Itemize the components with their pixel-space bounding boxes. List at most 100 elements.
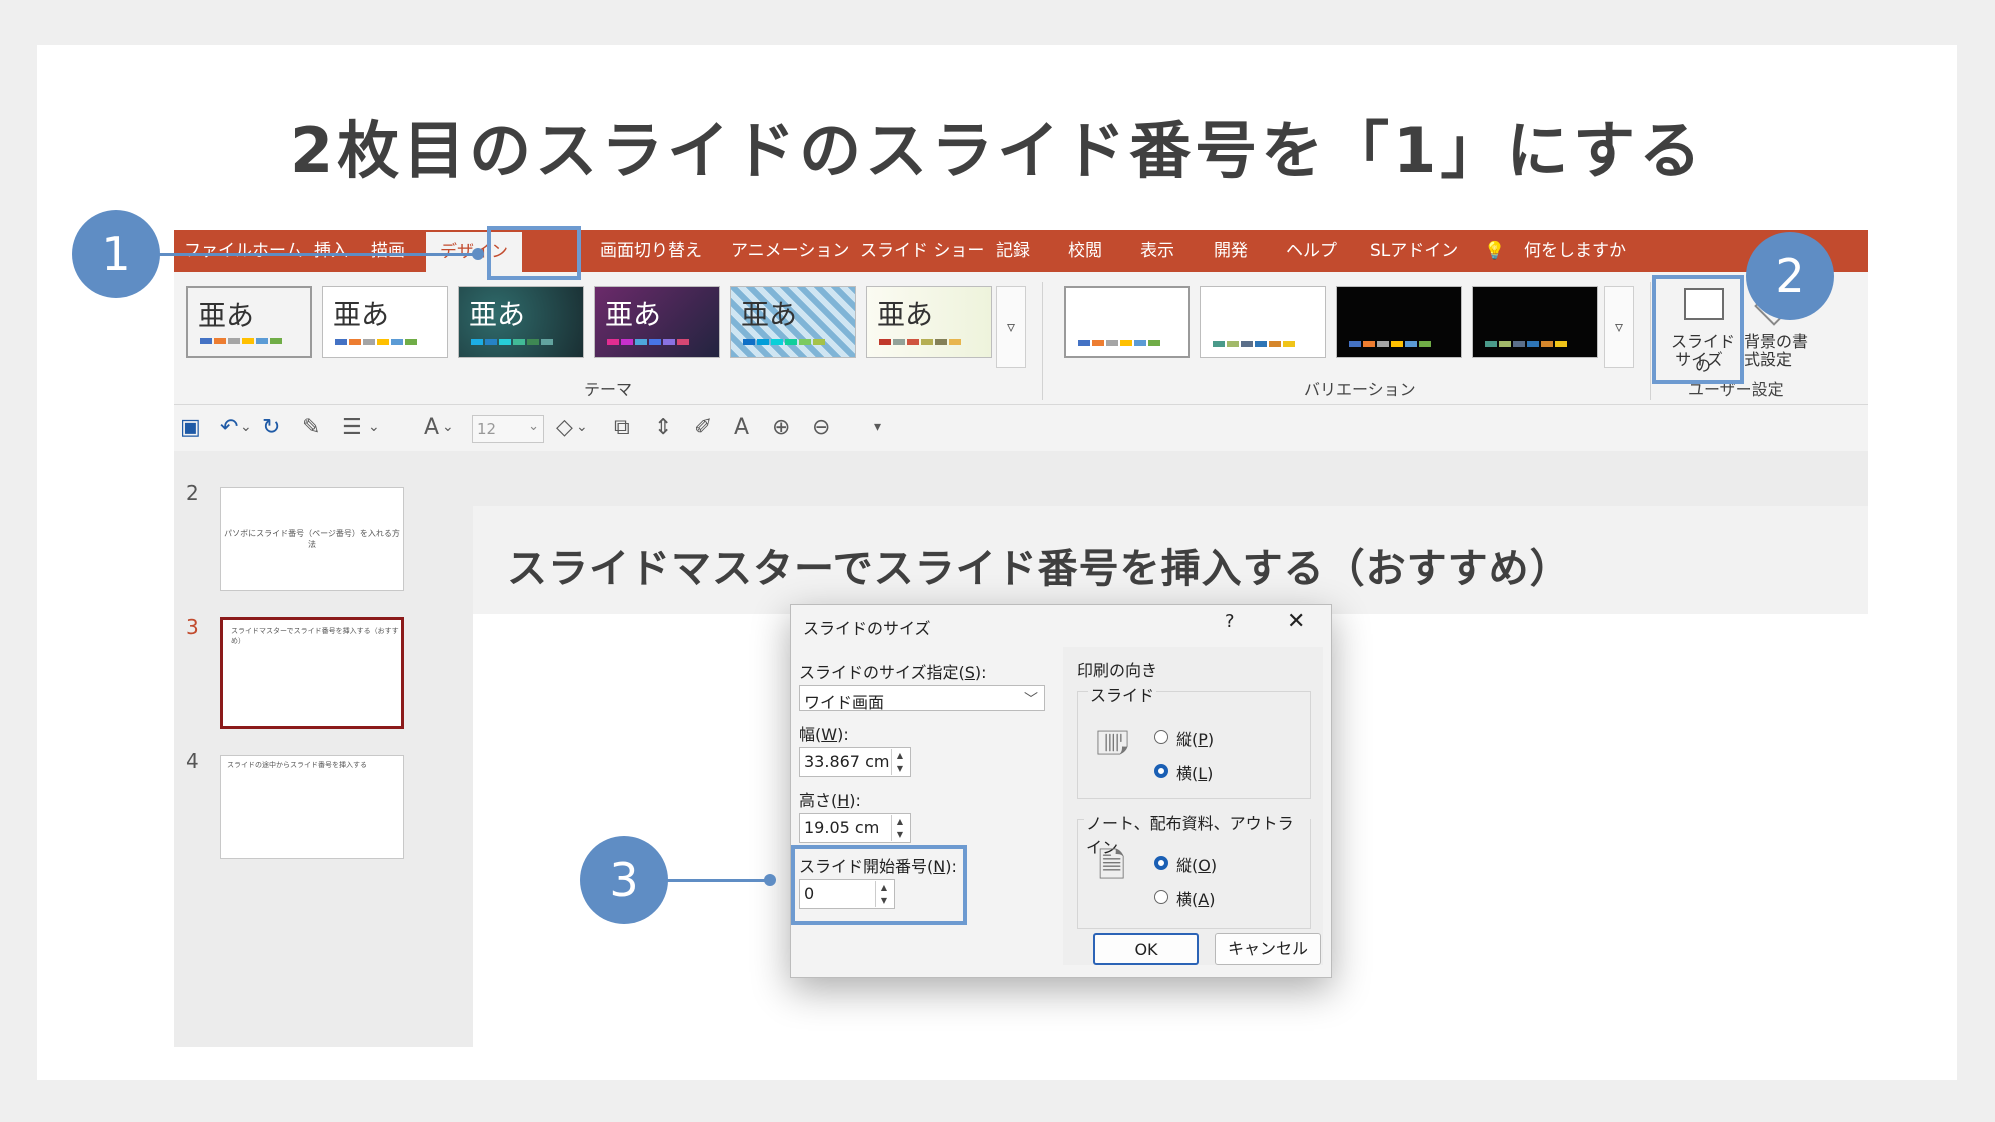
ribbon-separator (1042, 282, 1043, 400)
orientation-label: 印刷の向き (1077, 661, 1158, 680)
tab-animations[interactable]: アニメーション (731, 230, 849, 272)
close-icon[interactable]: ✕ (1287, 609, 1305, 634)
thumbnail-text: スライドマスターでスライド番号を挿入する（おすすめ） (231, 627, 399, 645)
theme-light[interactable]: 亜あ (866, 286, 992, 358)
slide-size-value: ワイド画面 (804, 693, 885, 712)
increase-font-icon[interactable]: A (734, 415, 749, 440)
theme-purple[interactable]: 亜あ (594, 286, 720, 358)
undo-icon[interactable]: ↶ (220, 415, 238, 440)
portrait-page-icon: 🗎 (1098, 846, 1126, 886)
ok-button[interactable]: OK (1093, 933, 1199, 965)
cancel-button[interactable]: キャンセル (1215, 933, 1321, 965)
radio-landscape-notes[interactable] (1154, 890, 1168, 904)
slide-size-select[interactable]: ワイド画面 ﹀ (799, 685, 1045, 712)
font-size-value: 12 (477, 420, 497, 438)
spinner-arrows-icon[interactable]: ▲ ▼ (891, 815, 908, 841)
theme-colors (471, 339, 555, 345)
tab-transitions[interactable]: 画面切り替え (600, 230, 702, 272)
help-button[interactable]: ? (1225, 611, 1235, 632)
slide-thumbnail-3[interactable]: スライドマスターでスライド番号を挿入する（おすすめ） (220, 617, 404, 729)
font-icon[interactable]: A (424, 415, 439, 440)
chevron-down-icon[interactable]: ⌄ (528, 419, 539, 434)
theme-glyph: 亜あ (198, 299, 255, 332)
ribbon-tab-bar: ファイル ホーム 挿入 描画 デザイン 画面切り替え アニメーション スライド … (174, 230, 1868, 272)
edit-shape-icon[interactable]: ✐ (694, 415, 712, 440)
tab-developer[interactable]: 開発 (1214, 230, 1248, 272)
theme-colors (607, 339, 691, 345)
redo-icon[interactable]: ↻ (262, 415, 280, 440)
theme-gallery-more-button[interactable]: ▿ (996, 286, 1026, 368)
slide-number-4: 4 (186, 749, 199, 773)
variation-4[interactable] (1472, 286, 1598, 358)
arrange-icon[interactable]: ⧉ (614, 415, 630, 440)
variation-colors (1078, 340, 1162, 346)
height-spinner[interactable]: 19.05 cm ▲ ▼ (799, 813, 911, 843)
callout-dot-3 (764, 874, 776, 886)
height-value: 19.05 cm (804, 818, 880, 837)
format-painter-icon[interactable]: ✎ (302, 415, 320, 440)
variation-colors (1485, 341, 1569, 347)
variation-2[interactable] (1200, 286, 1326, 358)
save-icon[interactable]: ▣ (180, 415, 201, 440)
slide-orientation-group: スライド 🗎 縦(P) 横(L) (1077, 682, 1311, 799)
thumbnail-text: スライドの途中からスライド番号を挿入する (227, 761, 367, 769)
chevron-down-icon[interactable]: ⌄ (442, 419, 454, 435)
variation-3[interactable] (1336, 286, 1462, 358)
slide-group-label: スライド (1088, 682, 1157, 706)
landscape-slide-label: 横(L) (1176, 764, 1214, 783)
customize-qat-icon[interactable]: ▾ (874, 419, 881, 435)
orientation-panel: 印刷の向き スライド 🗎 縦(P) 横(L) ノート、配布資料、アウトライン 🗎… (1063, 647, 1323, 965)
tab-insert[interactable]: 挿入 (314, 230, 348, 272)
tab-help[interactable]: ヘルプ (1286, 230, 1337, 272)
theme-glyph: 亜あ (469, 298, 526, 331)
callout-line-3 (660, 879, 770, 882)
zoom-in-icon[interactable]: ⊕ (772, 415, 790, 440)
tab-draw[interactable]: 描画 (371, 230, 405, 272)
theme-colors (743, 339, 827, 345)
theme-pattern[interactable]: 亜あ (730, 286, 856, 358)
format-background-label-2: 式設定 (1744, 350, 1793, 369)
text-direction-icon[interactable]: ⇕ (654, 415, 672, 440)
slide-title-band: スライドマスターでスライド番号を挿入する（おすすめ） (473, 506, 1868, 614)
notes-orientation-group: ノート、配布資料、アウトライン 🗎 縦(O) 横(A) (1077, 810, 1311, 929)
font-size-input[interactable]: 12 ⌄ (472, 415, 544, 443)
slide-number-2: 2 (186, 481, 199, 505)
tab-home[interactable]: ホーム (252, 230, 303, 272)
shapes-icon[interactable]: ◇ (556, 415, 573, 440)
ribbon-separator (1650, 282, 1651, 400)
theme-office-2[interactable]: 亜あ (322, 286, 448, 358)
spinner-arrows-icon[interactable]: ▲ ▼ (891, 749, 908, 775)
radio-portrait-notes[interactable] (1154, 856, 1168, 870)
portrait-slide-label: 縦(P) (1176, 730, 1215, 749)
theme-colors (335, 339, 419, 345)
tell-me-search[interactable]: 何をしますか (1524, 230, 1626, 272)
chevron-down-icon[interactable]: ⌄ (240, 419, 252, 435)
variation-1[interactable] (1064, 286, 1190, 358)
callout-line-1 (158, 253, 478, 256)
theme-office[interactable]: 亜あ (186, 286, 312, 358)
chevron-down-icon[interactable]: ⌄ (576, 419, 588, 435)
tab-review[interactable]: 校閲 (1068, 230, 1102, 272)
slide-thumbnail-4[interactable]: スライドの途中からスライド番号を挿入する (220, 755, 404, 859)
slide-size-label: スライドのサイズ指定(S): (799, 663, 987, 682)
width-spinner[interactable]: 33.867 cm ▲ ▼ (799, 747, 911, 777)
thumbnail-text: パソボにスライド番号（ページ番号）を入れる方法 (224, 529, 400, 549)
tab-sl-addin[interactable]: SLアドイン (1370, 230, 1458, 272)
tab-slideshow[interactable]: スライド ショー (860, 230, 984, 272)
tab-record[interactable]: 記録 (996, 230, 1030, 272)
callout-badge-3: 3 (580, 836, 668, 924)
highlight-slide-size-button (1652, 275, 1744, 384)
chevron-down-icon[interactable]: ⌄ (368, 419, 380, 435)
slide-thumbnail-2[interactable]: パソボにスライド番号（ページ番号）を入れる方法 (220, 487, 404, 591)
slide-thumbnail-pane: 2 パソボにスライド番号（ページ番号）を入れる方法 3 スライドマスターでスライ… (174, 451, 440, 1047)
theme-teal[interactable]: 亜あ (458, 286, 584, 358)
radio-portrait-slide[interactable] (1154, 730, 1168, 744)
bullets-icon[interactable]: ☰ (342, 415, 362, 440)
tab-view[interactable]: 表示 (1140, 230, 1174, 272)
variation-gallery-more-button[interactable]: ▿ (1604, 286, 1634, 368)
theme-glyph: 亜あ (333, 298, 390, 331)
group-label-variation: バリエーション (1304, 380, 1416, 399)
zoom-out-icon[interactable]: ⊖ (812, 415, 830, 440)
radio-landscape-slide[interactable] (1154, 764, 1168, 778)
tab-file[interactable]: ファイル (184, 230, 252, 272)
